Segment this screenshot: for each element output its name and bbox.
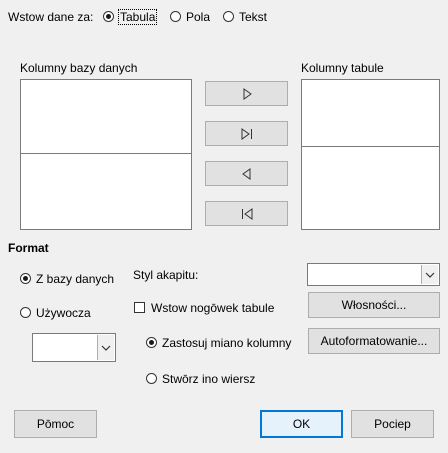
chevron-down-icon: [101, 345, 111, 351]
move-all-right-button[interactable]: [205, 121, 288, 146]
dropdown-button[interactable]: [97, 335, 114, 360]
table-columns-label: Kolumny tabule: [301, 61, 384, 75]
radio-user-defined-label[interactable]: Używocza: [36, 306, 91, 320]
triangle-right-bar-icon: [241, 127, 252, 140]
database-columns-list[interactable]: [20, 79, 192, 230]
move-all-left-button[interactable]: [205, 201, 288, 226]
insert-table-heading-checkbox[interactable]: [134, 302, 145, 313]
radio-from-database[interactable]: [20, 273, 31, 284]
bar-triangle-left-icon: [241, 207, 252, 220]
move-right-button[interactable]: [205, 81, 288, 106]
triangle-left-icon: [241, 167, 250, 180]
user-format-combo[interactable]: [32, 333, 116, 362]
database-columns-label: Kolumny bazy danych: [20, 61, 138, 75]
radio-fields[interactable]: [170, 11, 181, 22]
radio-user-defined[interactable]: [20, 307, 31, 318]
ok-button[interactable]: OK: [260, 410, 343, 438]
radio-text-label[interactable]: Tekst: [239, 10, 267, 24]
radio-create-row-only[interactable]: [146, 373, 157, 384]
radio-fields-label[interactable]: Pola: [186, 10, 210, 24]
paragraph-style-combo[interactable]: [307, 263, 440, 286]
table-columns-list[interactable]: [301, 79, 440, 230]
autoformat-button[interactable]: Autoformatowanie...: [308, 328, 440, 354]
paragraph-style-label: Styl akapitu:: [133, 268, 199, 282]
chevron-down-icon: [425, 272, 435, 278]
insert-table-heading-label[interactable]: Wstow nogōwek tabule: [151, 301, 274, 315]
properties-button[interactable]: Włosności...: [308, 292, 440, 318]
move-left-button[interactable]: [205, 161, 288, 186]
insert-data-as-label: Wstow dane za:: [8, 10, 94, 24]
help-button[interactable]: Pōmoc: [14, 410, 97, 438]
list-divider: [21, 153, 191, 154]
dropdown-button[interactable]: [421, 265, 438, 284]
radio-apply-column-name-label[interactable]: Zastosuj miano kolumny: [162, 336, 291, 350]
format-heading: Format: [8, 241, 49, 255]
radio-text[interactable]: [223, 11, 234, 22]
radio-from-database-label[interactable]: Z bazy danych: [36, 272, 114, 286]
cancel-button[interactable]: Pociep: [351, 410, 434, 438]
radio-table[interactable]: [103, 11, 114, 22]
radio-table-label[interactable]: Tabula: [118, 9, 158, 25]
radio-create-row-only-label[interactable]: Stwōrz ino wiersz: [162, 372, 255, 386]
radio-apply-column-name[interactable]: [146, 337, 157, 348]
triangle-right-icon: [243, 87, 252, 100]
list-divider: [302, 146, 439, 147]
